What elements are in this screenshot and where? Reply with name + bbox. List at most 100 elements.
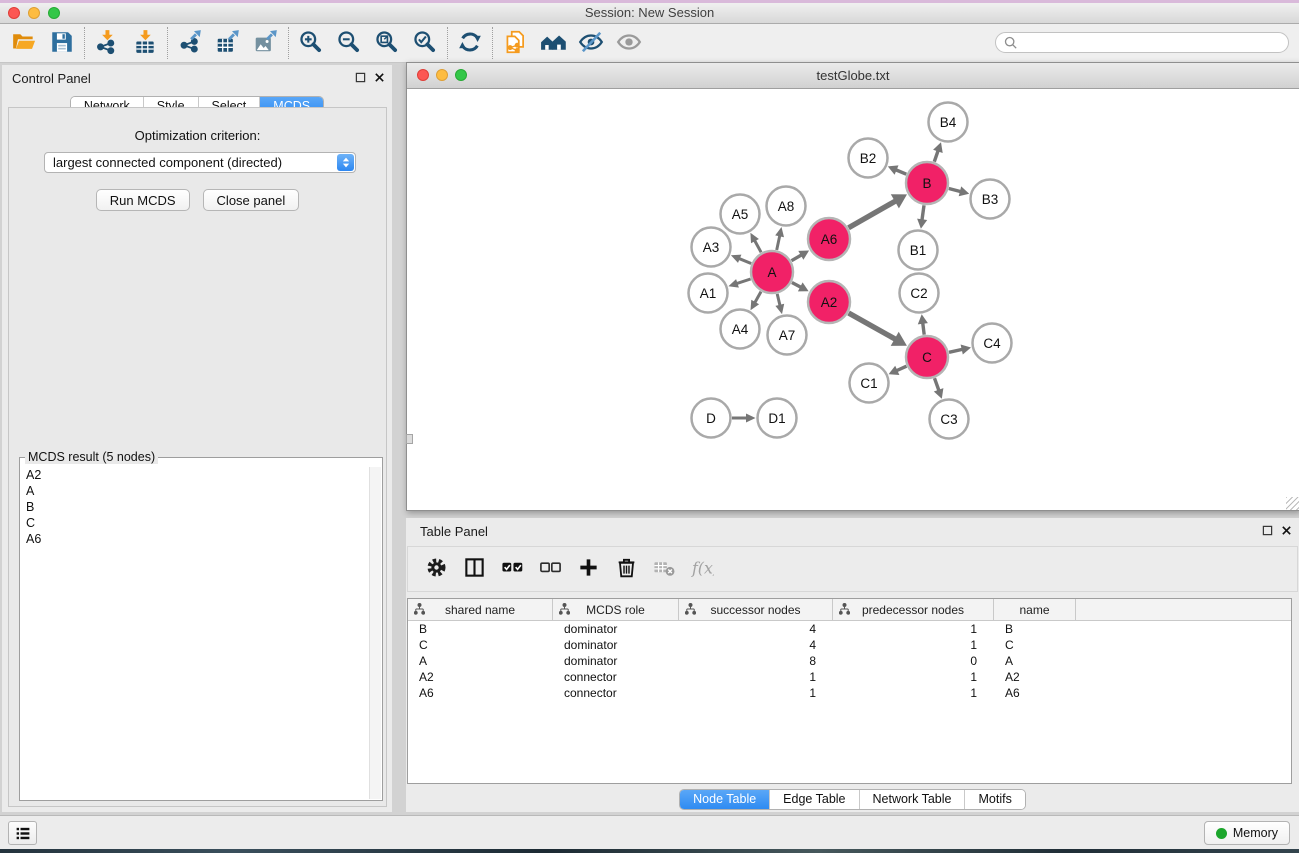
result-list-item[interactable]: A — [21, 483, 369, 499]
column-header-name[interactable]: name — [994, 599, 1076, 620]
result-list-item[interactable]: C — [21, 515, 369, 531]
table-cell[interactable]: 1 — [833, 637, 994, 653]
network-graph[interactable]: B4B2BB3B1A5A8A6A3AA1A4A7A2C2CC4C1C3DD1 — [407, 89, 1297, 510]
float-table-panel-icon[interactable] — [1262, 525, 1273, 536]
export-table-button[interactable] — [209, 27, 247, 59]
result-scrollbar[interactable] — [369, 467, 381, 799]
graph-node-A[interactable]: A — [751, 251, 793, 293]
table-cell[interactable]: A6 — [408, 685, 553, 701]
zoom-out-button[interactable] — [330, 27, 368, 59]
run-mcds-button[interactable]: Run MCDS — [96, 189, 190, 211]
zoom-window-icon[interactable] — [48, 7, 60, 19]
window-resize-corner[interactable] — [1286, 497, 1299, 510]
table-row[interactable]: A6connector11A6 — [408, 685, 1291, 701]
zoom-fit-button[interactable] — [368, 27, 406, 59]
delete-column-button[interactable] — [610, 553, 642, 585]
result-list-item[interactable]: A6 — [21, 531, 369, 547]
graph-node-B2[interactable]: B2 — [849, 139, 888, 178]
table-cell[interactable]: 4 — [679, 637, 833, 653]
graph-node-D[interactable]: D — [692, 399, 731, 438]
export-network-button[interactable] — [171, 27, 209, 59]
graph-node-A4[interactable]: A4 — [721, 310, 760, 349]
save-session-button[interactable] — [43, 27, 81, 59]
graph-node-A2[interactable]: A2 — [808, 281, 850, 323]
close-table-panel-icon[interactable] — [1281, 525, 1292, 536]
table-cell[interactable]: A2 — [408, 669, 553, 685]
tab-motifs[interactable]: Motifs — [964, 790, 1024, 809]
graph-node-C[interactable]: C — [906, 336, 948, 378]
close-panel-button[interactable]: Close panel — [203, 189, 300, 211]
table-cell[interactable]: connector — [553, 685, 679, 701]
import-network-button[interactable] — [88, 27, 126, 59]
open-file-button[interactable] — [5, 27, 43, 59]
zoom-in-button[interactable] — [292, 27, 330, 59]
column-header-successor-nodes[interactable]: successor nodes — [679, 599, 833, 620]
memory-button[interactable]: Memory — [1204, 821, 1290, 845]
graph-node-A1[interactable]: A1 — [689, 274, 728, 313]
delete-table-button[interactable] — [648, 553, 680, 585]
criterion-select[interactable]: largest connected component (directed) — [44, 152, 356, 173]
add-column-button[interactable] — [572, 553, 604, 585]
tab-network-table[interactable]: Network Table — [859, 790, 965, 809]
deselect-all-columns-button[interactable] — [534, 553, 566, 585]
graph-node-C4[interactable]: C4 — [973, 324, 1012, 363]
graph-node-C1[interactable]: C1 — [850, 364, 889, 403]
table-cell[interactable]: 1 — [833, 621, 994, 637]
table-cell[interactable]: 1 — [833, 669, 994, 685]
table-cell[interactable]: connector — [553, 669, 679, 685]
window-resize-grip[interactable] — [406, 434, 413, 444]
close-window-icon[interactable] — [8, 7, 20, 19]
column-header-MCDS-role[interactable]: MCDS role — [553, 599, 679, 620]
first-neighbors-button[interactable] — [534, 27, 572, 59]
result-list-item[interactable]: B — [21, 499, 369, 515]
result-list-item[interactable]: A2 — [21, 467, 369, 483]
column-header-predecessor-nodes[interactable]: predecessor nodes — [833, 599, 994, 620]
show-all-button[interactable] — [610, 27, 648, 59]
graph-node-A7[interactable]: A7 — [768, 316, 807, 355]
graph-node-B[interactable]: B — [906, 162, 948, 204]
network-zoom-icon[interactable] — [455, 69, 467, 81]
table-cell[interactable]: 1 — [679, 669, 833, 685]
table-cell[interactable]: dominator — [553, 637, 679, 653]
table-row[interactable]: Cdominator41C — [408, 637, 1291, 653]
minimize-window-icon[interactable] — [28, 7, 40, 19]
column-header-shared-name[interactable]: shared name — [408, 599, 553, 620]
mcds-result-list[interactable]: A2ABCA6 — [21, 467, 369, 799]
table-cell[interactable]: C — [408, 637, 553, 653]
search-input[interactable] — [1022, 35, 1288, 51]
graph-node-A6[interactable]: A6 — [808, 218, 850, 260]
graph-node-D1[interactable]: D1 — [758, 399, 797, 438]
search-field[interactable] — [995, 32, 1289, 53]
graph-node-C2[interactable]: C2 — [900, 274, 939, 313]
table-cell[interactable]: 1 — [679, 685, 833, 701]
table-cell[interactable]: A2 — [994, 669, 1076, 685]
table-cell[interactable]: dominator — [553, 621, 679, 637]
graph-node-A5[interactable]: A5 — [721, 195, 760, 234]
task-history-button[interactable] — [8, 821, 37, 845]
table-cell[interactable]: A — [408, 653, 553, 669]
table-cell[interactable]: A6 — [994, 685, 1076, 701]
export-image-button[interactable] — [247, 27, 285, 59]
close-panel-icon[interactable] — [374, 72, 385, 83]
hide-selected-button[interactable] — [572, 27, 610, 59]
graph-node-B4[interactable]: B4 — [929, 103, 968, 142]
import-table-button[interactable] — [126, 27, 164, 59]
table-cell[interactable]: A — [994, 653, 1076, 669]
table-cell[interactable]: 4 — [679, 621, 833, 637]
graph-node-B1[interactable]: B1 — [899, 231, 938, 270]
table-cell[interactable]: 1 — [833, 685, 994, 701]
zoom-selected-button[interactable] — [406, 27, 444, 59]
network-close-icon[interactable] — [417, 69, 429, 81]
table-cell[interactable]: C — [994, 637, 1076, 653]
graph-node-C3[interactable]: C3 — [930, 400, 969, 439]
table-row[interactable]: Bdominator41B — [408, 621, 1291, 637]
graph-node-A3[interactable]: A3 — [692, 228, 731, 267]
table-row[interactable]: A2connector11A2 — [408, 669, 1291, 685]
table-row[interactable]: Adominator80A — [408, 653, 1291, 669]
column-layout-button[interactable] — [458, 553, 490, 585]
tab-node-table[interactable]: Node Table — [680, 790, 769, 809]
network-canvas[interactable]: B4B2BB3B1A5A8A6A3AA1A4A7A2C2CC4C1C3DD1 — [407, 89, 1299, 510]
refresh-network-button[interactable] — [451, 27, 489, 59]
table-cell[interactable]: B — [408, 621, 553, 637]
tab-edge-table[interactable]: Edge Table — [769, 790, 858, 809]
